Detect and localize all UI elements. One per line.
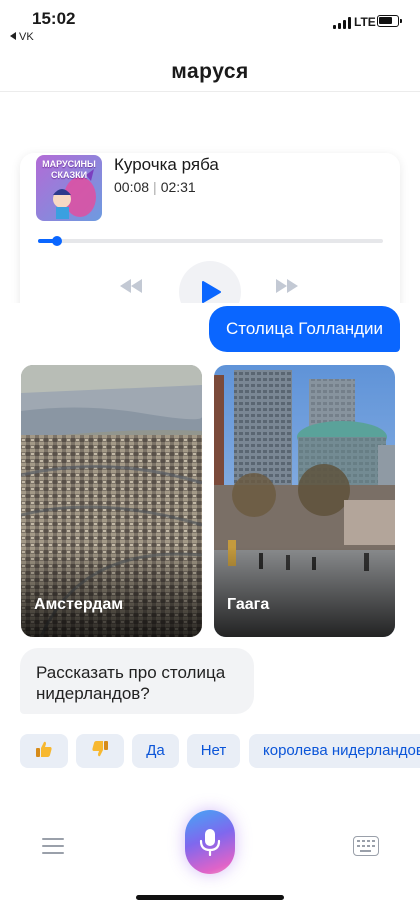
queen-netherlands-chip[interactable]: королева нидерландов [249, 734, 420, 768]
track-title: Курочка ряба [114, 155, 219, 174]
back-to-app-link[interactable]: VK [10, 31, 34, 43]
app-header: маруся [0, 52, 420, 92]
fast-forward-button[interactable] [276, 279, 298, 298]
player-viewport: МАРУСИНЫ СКАЗКИ Курочка ряба 00:08 | 02:31 [0, 93, 420, 303]
like-chip[interactable] [20, 734, 68, 768]
menu-icon[interactable] [42, 837, 64, 855]
status-bar: 15:02 VK LTE [0, 0, 420, 46]
progress-knob[interactable] [51, 236, 62, 246]
track-time: 00:08 | 02:31 [114, 179, 196, 195]
back-arrow-icon [10, 32, 16, 41]
no-chip[interactable]: Нет [187, 734, 240, 768]
elapsed-time: 00:08 [114, 179, 150, 195]
play-icon [202, 281, 221, 303]
city-caption: Гаага [227, 596, 270, 613]
home-indicator[interactable] [136, 895, 284, 900]
suggestion-chips: Да Нет королева нидерландов [20, 734, 420, 768]
rewind-icon [120, 279, 142, 293]
assistant-message-bubble: Рассказать про столица нидерландов? [20, 648, 254, 714]
cover-title: МАРУСИНЫ СКАЗКИ [42, 159, 96, 180]
card-gradient [21, 547, 202, 637]
network-type: LTE [354, 15, 376, 29]
album-cover[interactable]: МАРУСИНЫ СКАЗКИ [36, 155, 102, 221]
audio-player-card: МАРУСИНЫ СКАЗКИ Курочка ряба 00:08 | 02:31 [20, 153, 400, 303]
yes-chip[interactable]: Да [132, 734, 179, 768]
user-message-bubble: Столица Голландии [208, 306, 400, 352]
thumbs-down-icon [92, 741, 108, 757]
rewind-button[interactable] [120, 279, 142, 298]
dislike-chip[interactable] [76, 734, 124, 768]
thumbs-up-icon [36, 741, 52, 758]
keyboard-icon[interactable] [353, 836, 379, 856]
microphone-button[interactable] [185, 810, 235, 874]
time-separator: | [153, 179, 157, 195]
back-app-label: VK [19, 31, 34, 43]
battery-icon [377, 15, 402, 27]
signal-icon [333, 17, 351, 29]
total-duration: 02:31 [160, 179, 196, 195]
card-gradient [214, 547, 395, 637]
city-caption: Амстердам [34, 596, 124, 613]
playback-progress-bar[interactable] [38, 236, 383, 246]
city-card-amsterdam[interactable]: Амстердам [21, 365, 202, 637]
city-card-the-hague[interactable]: Гаага [214, 365, 395, 637]
app-title: маруся [171, 60, 249, 83]
microphone-icon [199, 829, 221, 856]
fast-forward-icon [276, 279, 298, 293]
status-time: 15:02 [32, 9, 76, 28]
play-button[interactable] [179, 261, 241, 303]
